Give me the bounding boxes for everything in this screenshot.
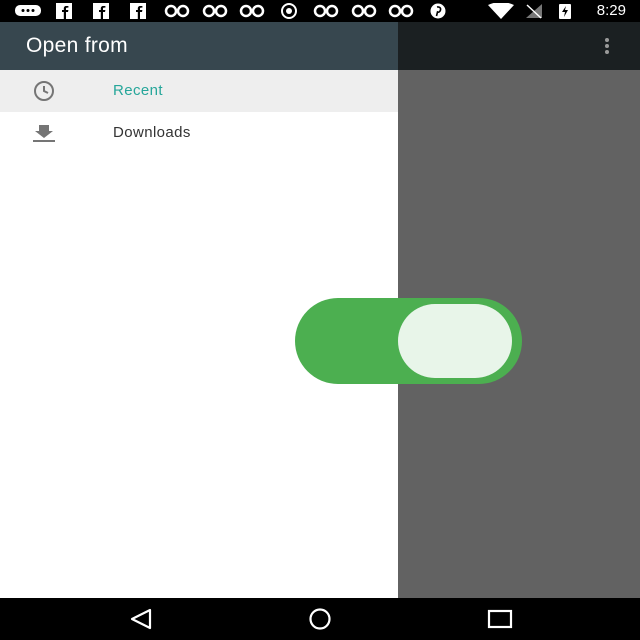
home-icon[interactable]: [305, 608, 335, 630]
drawer-item-recent[interactable]: Recent: [0, 70, 398, 112]
wifi-icon: [488, 3, 514, 19]
whatsapp-icon: [281, 3, 297, 19]
link-icon: [202, 4, 228, 18]
link-icon: [164, 4, 190, 18]
no-signal-icon: [526, 4, 542, 19]
facebook-icon: [93, 3, 109, 19]
back-icon[interactable]: [128, 608, 154, 630]
recents-icon[interactable]: [486, 608, 514, 630]
chat-bubble-icon: [15, 5, 41, 16]
facebook-icon: [56, 3, 72, 19]
status-bar: 8:29: [0, 0, 640, 22]
facebook-icon: [130, 3, 146, 19]
system-nav-bar: [0, 598, 640, 640]
battery-charging-icon: [559, 4, 571, 19]
drawer-item-label: Downloads: [113, 124, 191, 141]
overflow-menu-icon[interactable]: [604, 38, 610, 54]
toggle-knob[interactable]: [398, 304, 512, 378]
drawer-item-downloads[interactable]: Downloads: [0, 112, 398, 154]
status-time: 8:29: [596, 2, 626, 19]
link-icon: [388, 4, 414, 18]
download-icon: [33, 125, 55, 142]
drawer-header: Open from: [0, 22, 398, 70]
clock-icon: [34, 81, 54, 101]
link-icon: [351, 4, 377, 18]
pinterest-icon: [430, 3, 446, 19]
toggle-switch[interactable]: [295, 298, 522, 384]
drawer-item-label: Recent: [113, 82, 163, 99]
link-icon: [239, 4, 265, 18]
drawer-title: Open from: [26, 34, 128, 57]
link-icon: [313, 4, 339, 18]
